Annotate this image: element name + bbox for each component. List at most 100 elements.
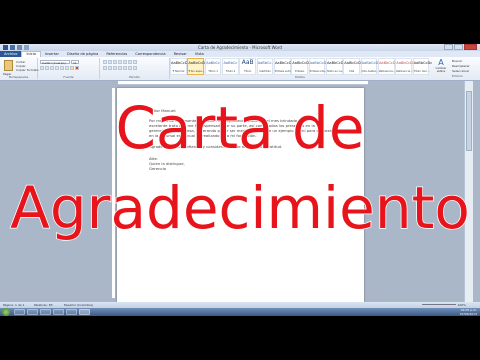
- format-painter-button[interactable]: Copiar formato: [16, 68, 39, 72]
- style-strong[interactable]: AaBbCcDc Texto en ne...: [325, 58, 346, 75]
- style-intense-quote[interactable]: AaBbCcDc Cita destac...: [360, 58, 381, 75]
- start-button[interactable]: [2, 308, 10, 316]
- align-left-icon[interactable]: [103, 66, 107, 70]
- shading-icon[interactable]: [128, 66, 132, 70]
- style-name: ¶ Normal: [172, 70, 185, 73]
- style-sample: AaBbCcDc: [309, 61, 329, 65]
- style-sample: AaBbCcDc: [274, 61, 294, 65]
- style-emphasis[interactable]: AaBbCcDc Énfasis: [291, 58, 311, 75]
- paragraph-group-label: Párrafo: [129, 75, 140, 79]
- font-group: Calibri (Cuerpo) 11 Fuente: [38, 58, 100, 79]
- overlay-title-line-2: Agradecimiento: [9, 174, 470, 242]
- style-heading-2[interactable]: AaBbCc Título 2: [221, 58, 239, 75]
- multilevel-list-icon[interactable]: [113, 60, 117, 64]
- font-size-select[interactable]: 11: [71, 60, 79, 65]
- style-book-title[interactable]: AaBbCcDc Título del l...: [412, 58, 432, 75]
- taskbar-browser[interactable]: [40, 309, 51, 315]
- doc-line: Gerencia: [149, 166, 166, 171]
- align-center-icon[interactable]: [108, 66, 112, 70]
- style-name: Cita: [349, 70, 355, 73]
- style-sample: AaBbCc: [223, 61, 238, 65]
- style-name: Subtítulo: [259, 70, 271, 73]
- style-name: Título: [244, 70, 252, 73]
- strikethrough-icon[interactable]: [55, 66, 59, 70]
- editing-group-label: Edición: [452, 74, 463, 78]
- overlay-title-line-1: Carta de: [115, 94, 366, 162]
- font-name-select[interactable]: Calibri (Cuerpo): [40, 60, 70, 65]
- style-sample: AaBbCcDc: [326, 61, 346, 65]
- style-subtle-emphasis[interactable]: AaBbCcDc Énfasis sutil: [273, 58, 294, 75]
- justify-icon[interactable]: [118, 66, 122, 70]
- window-controls: [444, 44, 477, 50]
- style-normal[interactable]: AaBbCcDc ¶ Normal: [170, 58, 190, 75]
- show-marks-icon[interactable]: [133, 60, 137, 64]
- bold-icon[interactable]: [40, 66, 44, 70]
- style-sample: AaBbCcDc: [344, 61, 363, 65]
- font-group-label: Fuente: [63, 75, 74, 79]
- font-format-row: [40, 66, 79, 70]
- style-title[interactable]: AaB Título: [239, 58, 257, 75]
- maximize-button[interactable]: [454, 44, 463, 50]
- style-no-spacing[interactable]: AaBbCcDc ¶ Sin espa...: [187, 58, 207, 75]
- style-sample: AaBbCcDc: [361, 61, 381, 65]
- styles-group-label: Estilos: [295, 75, 305, 79]
- taskbar-word[interactable]: [79, 309, 90, 315]
- style-intense-reference[interactable]: AaBbCcDc Referencia...: [395, 58, 415, 75]
- style-sample: AaBbCcDc: [378, 61, 398, 65]
- decrease-indent-icon[interactable]: [118, 60, 122, 64]
- bullets-icon[interactable]: [103, 60, 107, 64]
- window-title: Carta de Agradecimiento - Microsoft Word: [198, 45, 282, 50]
- ribbon: Pegar Cortar Copiar Copiar formato Porta…: [0, 57, 480, 81]
- style-heading-1[interactable]: AaBbCc Título 1: [204, 58, 222, 75]
- change-styles-label: Cambiar estilos: [435, 67, 447, 73]
- minimize-button[interactable]: [444, 44, 453, 50]
- style-sample: AaB: [241, 59, 254, 66]
- style-name: Referencia...: [378, 70, 396, 73]
- paragraph-group: Párrafo: [100, 58, 170, 79]
- change-styles-button[interactable]: A Cambiar estilos: [434, 59, 448, 77]
- change-styles-icon: A: [438, 58, 444, 67]
- style-sample: AaBbCc: [206, 61, 221, 65]
- highlight-icon[interactable]: [70, 66, 74, 70]
- style-sample: AaBbCcDc: [396, 61, 415, 65]
- font-name-value: Calibri (Cuerpo): [42, 61, 66, 65]
- style-name: Cita destac...: [361, 70, 379, 73]
- borders-icon[interactable]: [133, 66, 137, 70]
- paragraph-row-2: [103, 66, 137, 70]
- line-spacing-icon[interactable]: [123, 66, 127, 70]
- underline-icon[interactable]: [50, 66, 54, 70]
- font-color-icon[interactable]: [75, 66, 79, 70]
- style-quote[interactable]: AaBbCcDc Cita: [343, 58, 363, 75]
- editing-group: Buscar Reemplazar Seleccionar Edición: [452, 59, 470, 79]
- style-name: Título 1: [208, 70, 218, 73]
- style-name: Referencia...: [396, 70, 413, 73]
- taskbar-app[interactable]: [66, 309, 77, 315]
- close-button[interactable]: [464, 44, 477, 50]
- taskbar-media[interactable]: [27, 309, 38, 315]
- style-sample: AaBbCcDc: [292, 61, 311, 65]
- increase-indent-icon[interactable]: [123, 60, 127, 64]
- align-right-icon[interactable]: [113, 66, 117, 70]
- clock-date[interactable]: 07/06/2013: [460, 312, 477, 316]
- paste-icon[interactable]: [4, 60, 13, 71]
- subscript-icon[interactable]: [60, 66, 64, 70]
- zoom-slider[interactable]: [422, 304, 456, 305]
- italic-icon[interactable]: [45, 66, 49, 70]
- style-sample: AaBbCcDc: [188, 61, 207, 65]
- clipboard-group-label: Portapapeles: [8, 75, 29, 79]
- horizontal-ruler[interactable]: [118, 81, 368, 85]
- sort-icon[interactable]: [128, 60, 132, 64]
- style-subtitle[interactable]: AaBbCc. Subtítulo: [256, 58, 274, 75]
- style-name: Énfasis sutil: [274, 70, 291, 73]
- styles-gallery: AaBbCcDc ¶ Normal AaBbCcDc ¶ Sin espa... A…: [170, 58, 432, 79]
- style-subtle-reference[interactable]: AaBbCcDc Referencia...: [377, 58, 398, 75]
- taskbar: 04:05 p.m. 07/06/2013: [0, 308, 480, 316]
- taskbar-explorer[interactable]: [14, 309, 25, 315]
- numbering-icon[interactable]: [108, 60, 112, 64]
- system-tray: 04:05 p.m. 07/06/2013: [460, 308, 477, 316]
- taskbar-chrome[interactable]: [53, 309, 64, 315]
- style-intense-emphasis[interactable]: AaBbCcDc Énfasis inte...: [308, 58, 329, 75]
- clipboard-group: Pegar Cortar Copiar Copiar formato Porta…: [0, 58, 39, 79]
- superscript-icon[interactable]: [65, 66, 69, 70]
- style-name: Texto en ne...: [326, 70, 345, 73]
